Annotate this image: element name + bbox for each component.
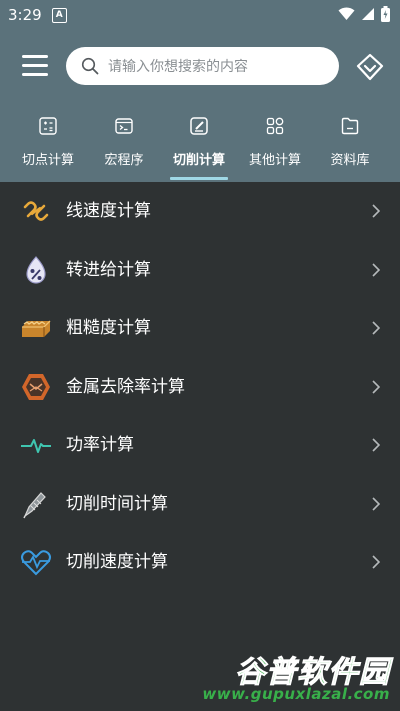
tab-hongchengxu[interactable]: 宏程序 [86,112,162,182]
list-item-cucaodu[interactable]: 粗糙度计算 [0,299,400,358]
signal-icon [362,8,374,20]
wifi-icon [338,7,355,20]
watermark-url: www.gupuxlazal.com [202,685,390,703]
search-placeholder: 请输入你想搜索的内容 [108,59,248,75]
watermark: 谷普软件园 www.gupuxlazal.com [202,647,394,707]
chevron-right-icon [372,321,380,335]
header: 请输入你想搜索的内容 切点计算 宏程序 切削计算 其他计算 资料库 [0,30,400,182]
status-icons [338,6,390,22]
percent-drop-icon [26,255,46,284]
chevron-right-icon [372,379,380,394]
battery-icon [381,6,390,22]
list-item-xiansudu[interactable]: 线速度计算 [0,182,400,241]
tab-label: 其他计算 [248,153,301,168]
tab-label: 切削计算 [172,153,225,168]
tab-bar: 切点计算 宏程序 切削计算 其他计算 资料库 [0,112,400,182]
list-item-label: 粗糙度计算 [66,318,151,338]
edit-icon [190,117,208,135]
chevron-right-icon [372,262,380,277]
list-item-label: 金属去除率计算 [66,376,185,397]
list-item-label: 功率计算 [66,435,134,455]
cutter-tool-icon [23,491,46,518]
list-item-label: 切削时间计算 [66,493,168,514]
surface-block-icon [22,320,51,337]
chevron-right-icon [372,496,380,511]
calculator-icon [39,117,57,135]
chevron-right-icon [372,204,380,218]
list-item-qiexuesudu[interactable]: 切削速度计算 [0,533,400,592]
search-box[interactable]: 请输入你想搜索的内容 [66,47,339,85]
heart-rate-icon [21,550,51,576]
status-time: 3:29 [8,6,42,24]
tab-ziliaoku[interactable]: 资料库 [312,112,388,182]
tab-label: 宏程序 [104,153,144,168]
tab-label: 切点计算 [21,153,74,168]
list-item-label: 切削速度计算 [66,552,168,572]
list-item-gonglv[interactable]: 功率计算 [0,416,400,475]
active-tab-indicator [170,177,228,180]
search-icon [81,57,99,75]
tab-qiexue[interactable]: 切削计算 [161,112,237,182]
notification-icon: A [51,7,67,23]
status-bar: 3:29 A [0,0,400,30]
chevron-right-icon [372,555,380,569]
list-item-jinshuquchu[interactable]: 金属去除率计算 [0,358,400,417]
list-item-label: 转进给计算 [66,259,151,280]
list-item-qiexueshijian[interactable]: 切削时间计算 [0,475,400,534]
tab-qiedian[interactable]: 切点计算 [10,112,86,182]
menu-button[interactable] [22,54,50,78]
list-item-zhuanjingei[interactable]: 转进给计算 [0,241,400,300]
pulse-icon [21,439,51,453]
terminal-icon [115,118,133,134]
chain-link-icon [23,201,49,221]
grid-icon [266,117,284,135]
vip-diamond-icon[interactable] [355,52,385,82]
tab-qita[interactable]: 其他计算 [237,112,313,182]
list-item-label: 线速度计算 [66,201,151,221]
calc-list: 线速度计算 转进给计算 粗糙度计算 金属去除率计算 功率计算 切削时间计算 切削… [0,182,400,592]
hexagon-metal-icon [22,373,50,400]
tab-label: 资料库 [330,153,370,168]
chevron-right-icon [372,438,380,452]
folder-icon [341,117,359,135]
